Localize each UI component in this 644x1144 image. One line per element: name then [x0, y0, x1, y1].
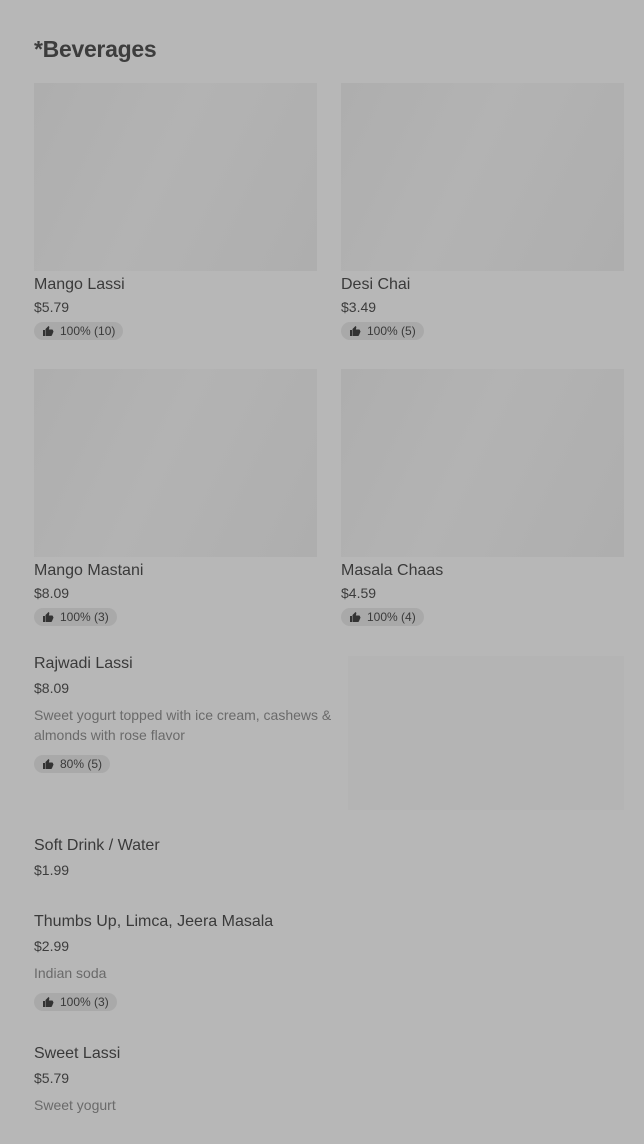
- rating-badge: 100% (3): [34, 993, 117, 1011]
- item-name: Thumbs Up, Limca, Jeera Masala: [34, 913, 274, 930]
- thumbs-up-icon: [43, 997, 54, 1007]
- rating-text: 100% (5): [367, 324, 416, 338]
- item-price: $8.09: [34, 680, 70, 696]
- rating-text: 100% (4): [367, 610, 416, 624]
- item-price: $5.79: [34, 299, 70, 315]
- thumbs-up-icon: [350, 612, 361, 622]
- menu-list-item[interactable]: Soft Drink / Water $1.99: [34, 837, 339, 878]
- menu-item-card[interactable]: Mango Lassi $5.79 100% (10): [34, 83, 317, 342]
- rating-badge: 100% (4): [341, 608, 424, 626]
- rating-text: 80% (5): [60, 757, 103, 771]
- item-description: Sweet yogurt topped with ice cream, cash…: [34, 707, 332, 743]
- item-name: Rajwadi Lassi: [34, 655, 133, 672]
- menu-item-card[interactable]: Desi Chai $3.49 100% (5): [341, 83, 624, 342]
- rating-badge: 100% (3): [34, 608, 117, 626]
- thumbs-up-icon: [43, 326, 54, 336]
- rating-text: 100% (10): [60, 324, 116, 338]
- item-image[interactable]: [34, 83, 317, 271]
- rating-text: 100% (3): [60, 610, 109, 624]
- rating-badge: 80% (5): [34, 755, 111, 773]
- rating-badge: 100% (5): [341, 322, 424, 340]
- item-image[interactable]: [341, 369, 624, 557]
- item-name: Sweet Lassi: [34, 1045, 121, 1062]
- item-price: $5.79: [34, 1070, 70, 1086]
- item-name: Masala Chaas: [341, 562, 444, 579]
- rating-text: 100% (3): [60, 995, 109, 1009]
- item-name: Desi Chai: [341, 276, 411, 293]
- item-price: $1.99: [34, 862, 70, 878]
- item-name: Soft Drink / Water: [34, 837, 160, 854]
- thumbs-up-icon: [350, 326, 361, 336]
- menu-item-card[interactable]: Masala Chaas $4.59 100% (4): [341, 369, 624, 628]
- item-image[interactable]: [341, 83, 624, 271]
- thumbs-up-icon: [43, 759, 54, 769]
- menu-list-item[interactable]: Thumbs Up, Limca, Jeera Masala $2.99 Ind…: [34, 914, 339, 1013]
- item-price: $4.59: [341, 585, 377, 601]
- item-name: Mango Mastani: [34, 562, 144, 579]
- item-price: $3.49: [341, 299, 377, 315]
- menu-list-item[interactable]: Rajwadi Lassi $8.09 Sweet yogurt topped …: [34, 656, 339, 775]
- item-price: $8.09: [34, 585, 70, 601]
- item-name: Mango Lassi: [34, 276, 125, 293]
- item-image[interactable]: [348, 656, 624, 810]
- thumbs-up-icon: [43, 612, 54, 622]
- menu-item-card[interactable]: Mango Mastani $8.09 100% (3): [34, 369, 317, 628]
- item-image[interactable]: [34, 369, 317, 557]
- menu-list-item[interactable]: Sweet Lassi $5.79 Sweet yogurt: [34, 1046, 339, 1115]
- item-description: Indian soda: [34, 965, 107, 981]
- section-title: *Beverages: [34, 36, 157, 62]
- item-price: $2.99: [34, 938, 70, 954]
- item-description: Sweet yogurt: [34, 1097, 116, 1113]
- rating-badge: 100% (10): [34, 322, 124, 340]
